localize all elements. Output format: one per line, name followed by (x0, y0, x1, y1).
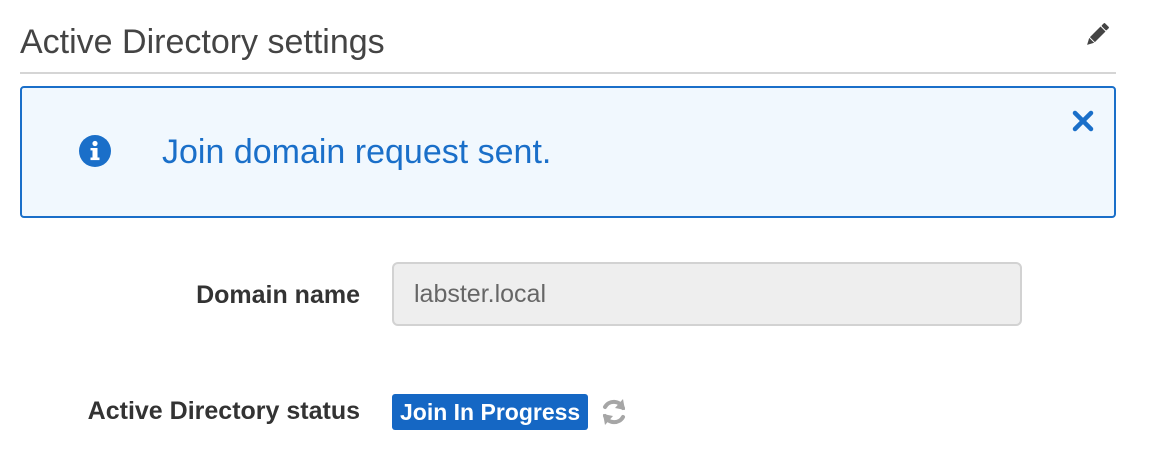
pencil-icon[interactable] (1082, 20, 1112, 50)
section-title: Active Directory settings (20, 23, 385, 61)
active-directory-settings-panel: Active Directory settings Join domain re… (0, 0, 1158, 462)
alert-message: Join domain request sent. (162, 133, 552, 171)
close-icon[interactable] (1070, 108, 1096, 134)
domain-name-label: Domain name (196, 281, 360, 309)
domain-name-field[interactable] (392, 262, 1022, 326)
info-alert: Join domain request sent. (20, 86, 1116, 218)
active-directory-status-label: Active Directory status (87, 397, 360, 425)
info-circle-icon (78, 134, 112, 168)
status-badge: Join In Progress (392, 394, 589, 430)
refresh-icon[interactable] (598, 396, 630, 428)
section-header: Active Directory settings (20, 0, 1116, 74)
